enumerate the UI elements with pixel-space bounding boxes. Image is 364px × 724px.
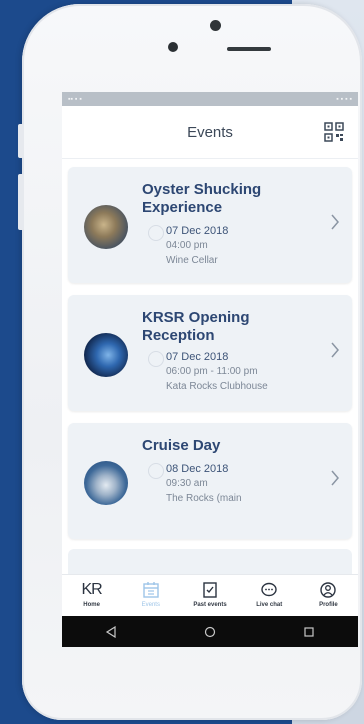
tab-label: Live chat — [256, 602, 283, 608]
event-thumbnail — [84, 205, 128, 249]
event-location: Wine Cellar — [166, 255, 218, 266]
event-date: 07 Dec 2018 — [166, 225, 229, 237]
phone-side-button — [18, 124, 24, 158]
page-title: Events — [187, 123, 233, 141]
tab-profile[interactable]: Profile — [299, 575, 358, 617]
event-card[interactable]: Cruise Day 08 Dec 2018 09:30 am The Rock… — [68, 423, 352, 539]
tab-label: Past events — [193, 602, 227, 608]
chevron-right-icon[interactable] — [330, 341, 340, 359]
status-bar: ▪▪ ▪ ▪ ▪ ▪ ▪ ▪ — [62, 92, 358, 106]
event-watermark-icon — [148, 225, 164, 241]
phone-side-button — [18, 174, 24, 230]
event-location: The Rocks (main — [166, 493, 242, 504]
app-screen: ▪▪ ▪ ▪ ▪ ▪ ▪ ▪ Events Oyster Shucking Ex… — [62, 92, 358, 647]
bottom-tab-bar: KR Home Events Past events Live chat Pro… — [62, 574, 358, 617]
home-circle-icon[interactable] — [204, 626, 216, 638]
kr-logo: KR — [81, 581, 102, 598]
chevron-right-icon[interactable] — [330, 469, 340, 487]
event-thumbnail — [84, 333, 128, 377]
proximity-sensor — [168, 42, 178, 52]
event-title: Cruise Day — [142, 437, 221, 454]
recents-square-icon[interactable] — [303, 626, 315, 638]
tab-home[interactable]: KR Home — [62, 575, 121, 617]
event-card-partial[interactable] — [68, 549, 352, 574]
front-camera — [210, 20, 221, 31]
event-date: 07 Dec 2018 — [166, 351, 229, 363]
event-title: KRSR Opening Reception — [142, 309, 250, 344]
event-time: 04:00 pm — [166, 240, 208, 251]
profile-icon — [318, 580, 338, 600]
event-watermark-icon — [148, 351, 164, 367]
tab-past-events[interactable]: Past events — [180, 575, 239, 617]
earpiece-speaker — [227, 47, 271, 51]
app-header: Events — [62, 106, 358, 159]
event-date: 08 Dec 2018 — [166, 463, 229, 475]
status-icons-left: ▪▪ ▪ ▪ — [68, 95, 82, 103]
event-card[interactable]: KRSR Opening Reception 07 Dec 2018 06:00… — [68, 295, 352, 411]
tab-live-chat[interactable]: Live chat — [240, 575, 299, 617]
tab-label: Events — [141, 602, 160, 608]
event-card[interactable]: Oyster Shucking Experience 07 Dec 2018 0… — [68, 167, 352, 283]
event-location: Kata Rocks Clubhouse — [166, 381, 268, 392]
past-events-icon — [200, 580, 220, 600]
qr-code-icon[interactable] — [324, 122, 344, 142]
status-icons-right: ▪ ▪ ▪ ▪ — [336, 95, 352, 103]
calendar-icon — [141, 580, 161, 600]
tab-label: Profile — [319, 602, 338, 608]
tab-events[interactable]: Events — [121, 575, 180, 617]
event-watermark-icon — [148, 463, 164, 479]
events-list: Oyster Shucking Experience 07 Dec 2018 0… — [62, 159, 358, 574]
back-icon[interactable] — [105, 625, 117, 638]
tab-label: Home — [83, 602, 100, 608]
event-time: 09:30 am — [166, 478, 208, 489]
chevron-right-icon[interactable] — [330, 213, 340, 231]
chat-icon — [259, 580, 279, 600]
event-time: 06:00 pm - 11:00 pm — [166, 366, 258, 377]
event-title: Oyster Shucking Experience — [142, 181, 262, 216]
event-thumbnail — [84, 461, 128, 505]
android-nav-bar — [62, 616, 358, 647]
